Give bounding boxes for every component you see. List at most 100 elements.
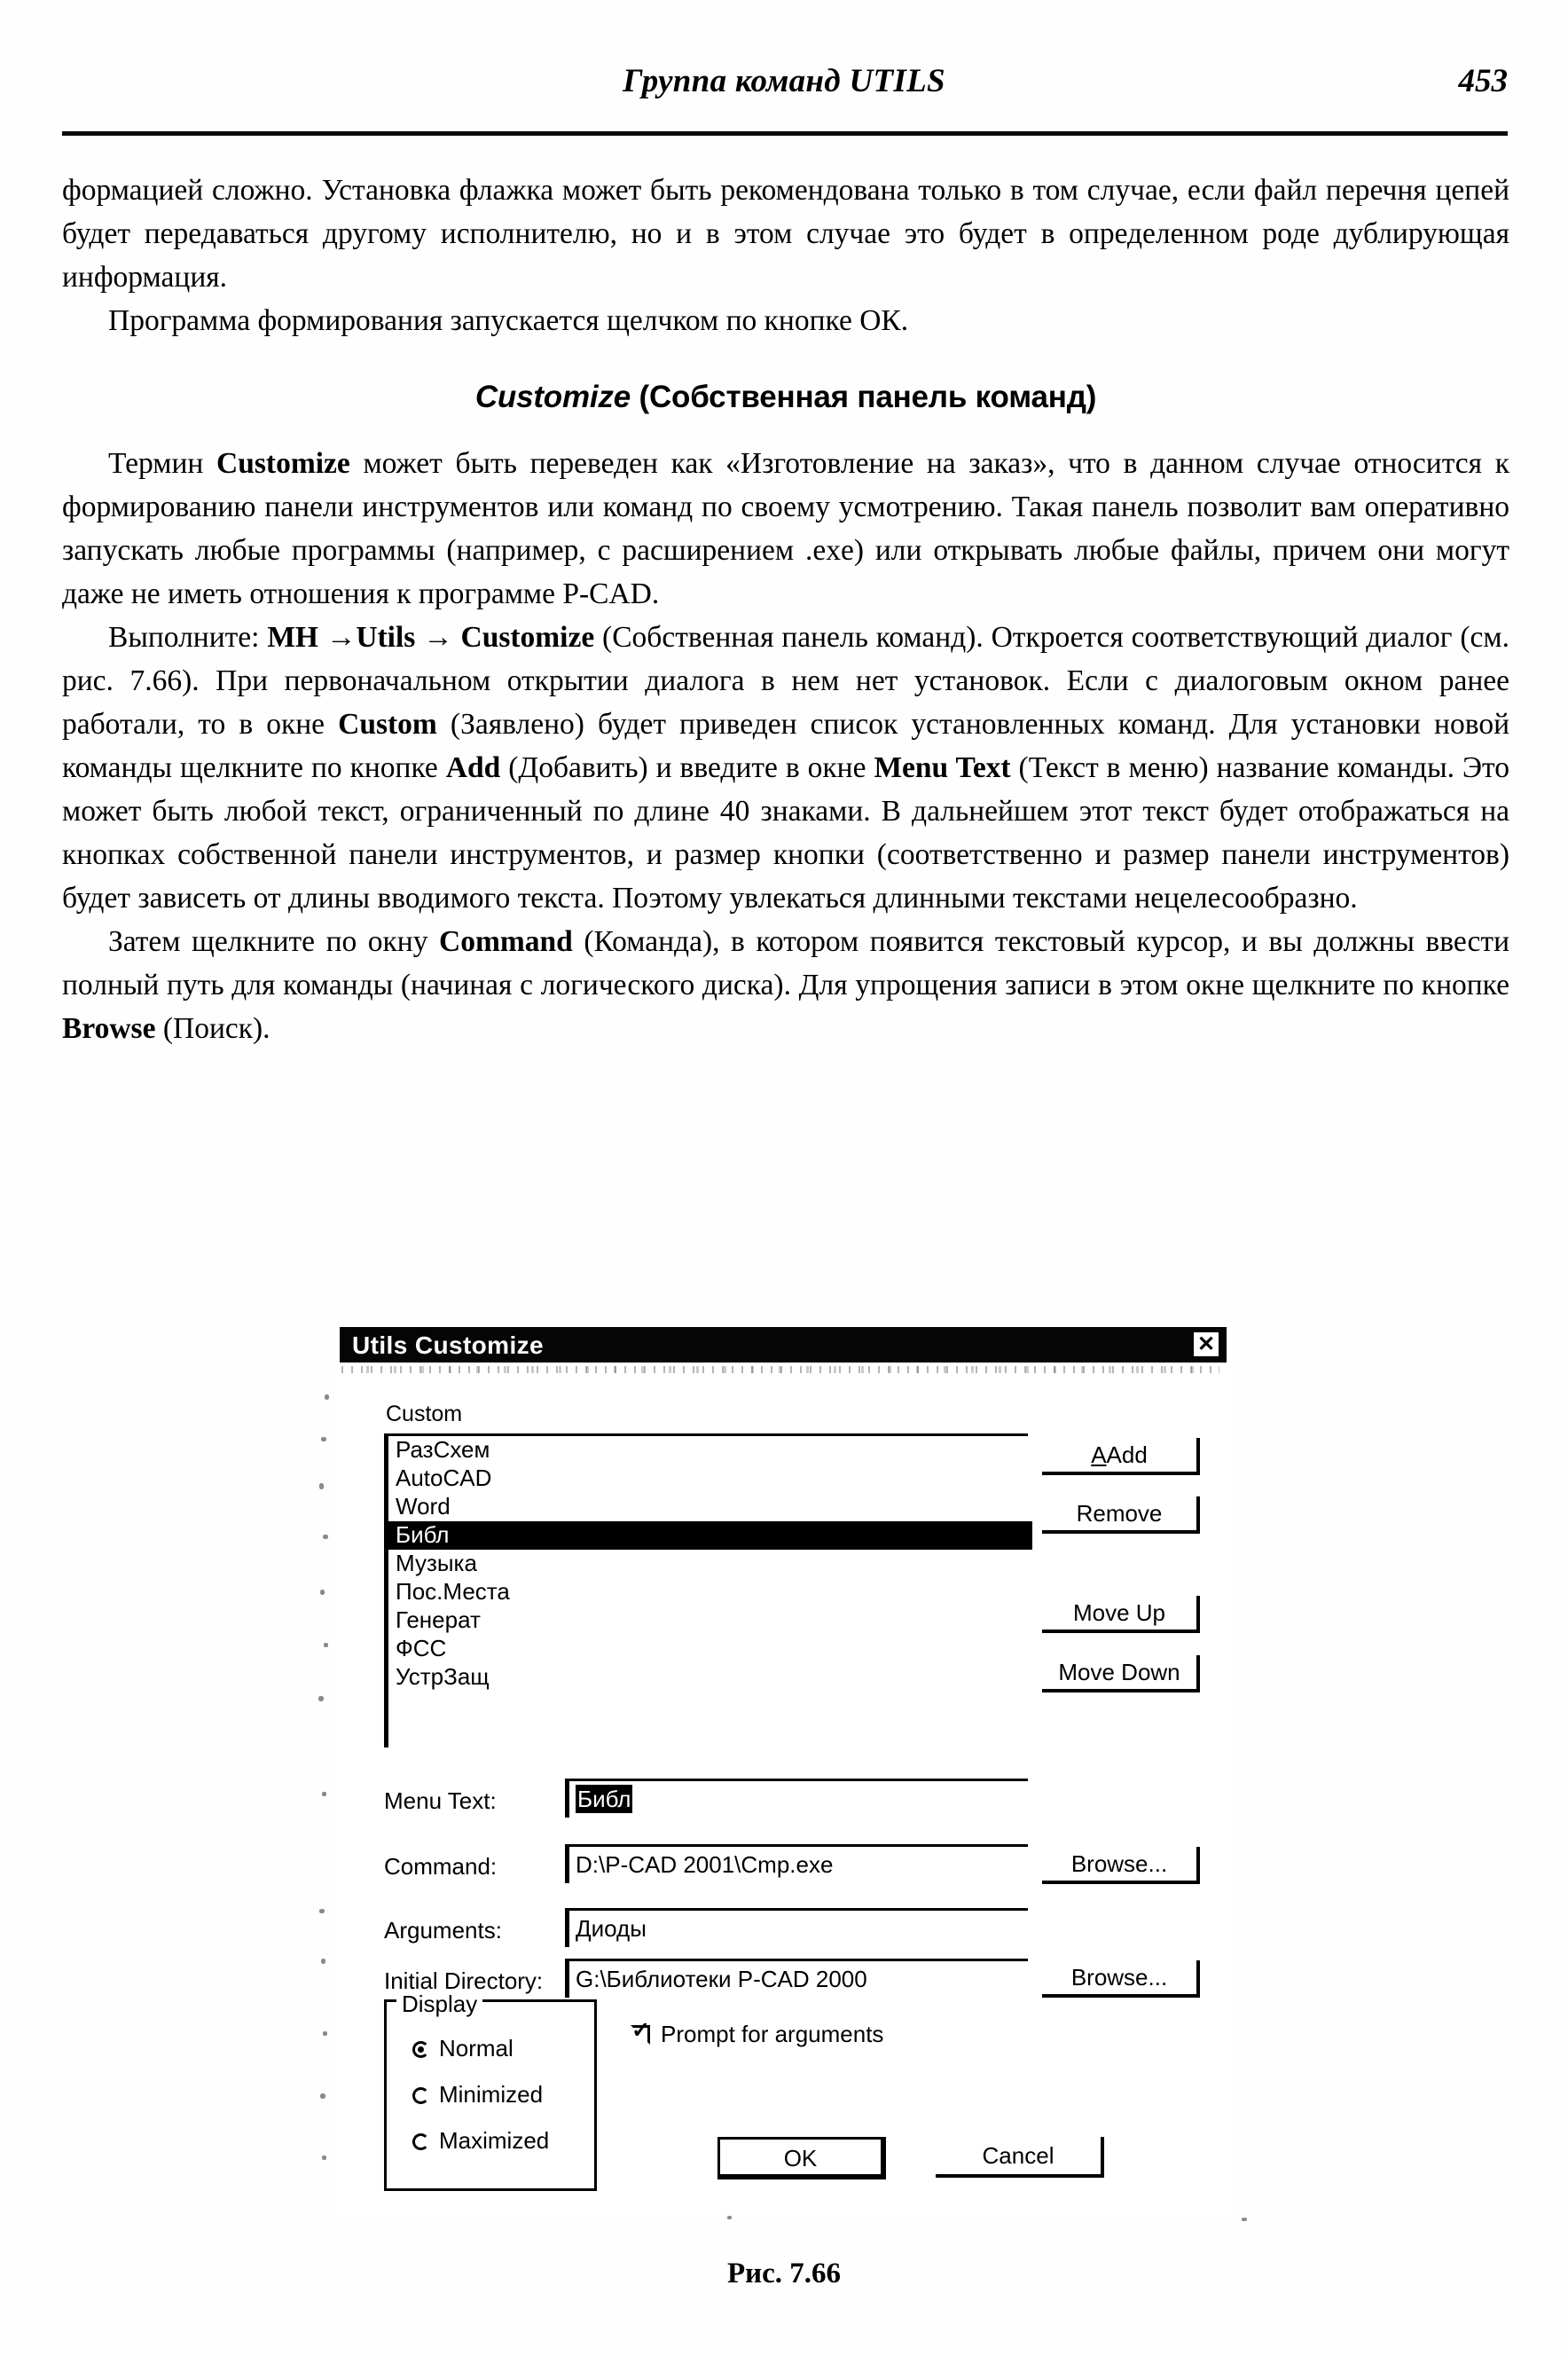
- paragraph-4-menu-text: Menu Text: [874, 751, 1011, 784]
- dialog-title: Utils Customize: [352, 1331, 545, 1359]
- paragraph-4-lead: Выполните:: [108, 621, 268, 654]
- radio-minimized-label: Minimized: [439, 2081, 544, 2108]
- paragraph-4-mid3: (Добавить) и введите в окне: [500, 751, 874, 784]
- paragraph-4-menu-path: МН →Utils →: [267, 621, 461, 654]
- section-heading-rest: (Собственная панель команд): [630, 380, 1097, 414]
- utils-customize-dialog: Utils Customize ✕ Custom РазСхем AutoCAD…: [333, 1320, 1235, 2214]
- scan-noise: [341, 1366, 1219, 1373]
- menu-text-value: Библ: [576, 1785, 633, 1813]
- radio-minimized[interactable]: Minimized: [412, 2081, 543, 2109]
- page-number: 453: [1458, 63, 1509, 99]
- radio-normal[interactable]: Normal: [412, 2035, 514, 2062]
- list-item[interactable]: УстрЗащ: [388, 1663, 1028, 1692]
- radio-normal-icon: [412, 2041, 429, 2058]
- browse-initial-directory-label: Browse...: [1070, 1964, 1168, 1991]
- paragraph-4-custom: Custom: [338, 708, 437, 741]
- paragraph-4-add: Add: [445, 751, 501, 784]
- paragraph-3-term: Customize: [216, 447, 350, 480]
- command-label: Command:: [384, 1853, 498, 1880]
- arguments-value: Диоды: [576, 1915, 647, 1942]
- scan-speckle: [323, 2031, 327, 2036]
- list-item[interactable]: Генерат: [388, 1606, 1028, 1635]
- list-item[interactable]: РазСхем: [388, 1436, 1028, 1465]
- figure-caption: Рис. 7.66: [726, 2258, 842, 2289]
- cancel-button-label: Cancel: [982, 2142, 1054, 2169]
- browse-command-label: Browse...: [1070, 1850, 1168, 1877]
- paragraph-4: Выполните: МН →Utils → Customize (Собств…: [62, 616, 1509, 920]
- scan-speckle: [319, 1909, 325, 1913]
- custom-commands-listbox[interactable]: РазСхем AutoCAD Word Библ Музыка Пос.Мес…: [384, 1433, 1032, 1747]
- radio-maximized-icon: [412, 2133, 429, 2150]
- list-item[interactable]: Word: [388, 1493, 1028, 1521]
- scan-speckle: [1242, 2218, 1247, 2221]
- figure-dialog-screenshot: Utils Customize ✕ Custom РазСхем AutoCAD…: [0, 1320, 1568, 2214]
- move-down-button[interactable]: Move Down: [1042, 1655, 1200, 1692]
- paragraph-5-tail: (Поиск).: [155, 1012, 270, 1045]
- checkmark-icon: [631, 2020, 650, 2045]
- dialog-titlebar: Utils Customize ✕: [340, 1327, 1227, 1363]
- browse-command-button[interactable]: Browse...: [1042, 1847, 1200, 1884]
- list-item[interactable]: ФСС: [388, 1635, 1028, 1663]
- radio-normal-label: Normal: [439, 2035, 514, 2062]
- paragraph-5-lead: Затем щелкните по окну: [108, 925, 440, 958]
- document-page: Группа команд UTILS 453 формацией сложно…: [0, 0, 1568, 2356]
- prompt-for-arguments-label: Prompt for arguments: [661, 2021, 884, 2047]
- paragraph-3: Термин Customize может быть переведен ка…: [62, 442, 1509, 616]
- custom-list-label: Custom: [386, 1402, 463, 1426]
- scan-speckle: [318, 1696, 324, 1701]
- initial-directory-input[interactable]: G:\Библиотеки P-CAD 2000: [565, 1959, 1028, 1998]
- cancel-button[interactable]: Cancel: [936, 2137, 1104, 2178]
- header-rule: [62, 131, 1508, 136]
- paragraph-5: Затем щелкните по окну Command (Команда)…: [62, 920, 1509, 1050]
- initial-directory-value: G:\Библиотеки P-CAD 2000: [576, 1966, 867, 1992]
- text-column: формацией сложно. Установка флажка может…: [62, 169, 1509, 1050]
- scan-speckle: [320, 2093, 325, 2099]
- menu-text-input[interactable]: Библ: [565, 1779, 1028, 1818]
- list-item-selected[interactable]: Библ: [388, 1521, 1032, 1550]
- add-button[interactable]: AAdd: [1042, 1438, 1200, 1475]
- scan-speckle: [321, 1437, 326, 1441]
- paragraph-3-lead: Термин: [108, 447, 217, 480]
- ok-button[interactable]: OK: [717, 2137, 886, 2179]
- command-input[interactable]: D:\P-CAD 2001\Cmp.exe: [565, 1844, 1028, 1883]
- arguments-label: Arguments:: [384, 1917, 502, 1944]
- move-down-button-label: Move Down: [1058, 1659, 1180, 1685]
- scan-speckle: [324, 1643, 328, 1647]
- close-icon[interactable]: ✕: [1192, 1331, 1220, 1358]
- scan-speckle: [325, 1394, 329, 1400]
- scan-speckle: [323, 1535, 328, 1539]
- scan-speckle: [322, 2156, 326, 2160]
- section-heading: Customize (Собственная панель команд): [62, 380, 1509, 415]
- paragraph-5-browse: Browse: [62, 1012, 156, 1045]
- arguments-input[interactable]: Диоды: [565, 1908, 1028, 1947]
- ok-button-label: OK: [783, 2145, 818, 2171]
- command-value: D:\P-CAD 2001\Cmp.exe: [576, 1851, 834, 1878]
- section-heading-latin: Customize: [474, 380, 631, 414]
- list-item[interactable]: AutoCAD: [388, 1465, 1028, 1493]
- paragraph-2: Программа формирования запускается щелчк…: [108, 304, 909, 337]
- paragraph-5-command: Command: [439, 925, 573, 958]
- radio-maximized-label: Maximized: [439, 2127, 550, 2154]
- remove-button[interactable]: Remove: [1042, 1496, 1200, 1534]
- scan-speckle: [320, 1590, 325, 1595]
- radio-maximized[interactable]: Maximized: [412, 2127, 549, 2155]
- scan-speckle: [321, 1959, 325, 1964]
- display-groupbox-title: Display: [396, 1991, 483, 2018]
- prompt-for-arguments-checkbox[interactable]: Prompt for arguments: [631, 2020, 884, 2048]
- paragraph-4-customize: Customize: [460, 621, 595, 654]
- running-header-title: Группа команд UTILS: [623, 63, 945, 99]
- radio-minimized-icon: [412, 2087, 429, 2104]
- add-button-label: Add: [1106, 1441, 1148, 1468]
- paragraph-1: формацией сложно. Установка флажка может…: [62, 174, 1509, 294]
- browse-initial-directory-button[interactable]: Browse...: [1042, 1960, 1200, 1998]
- list-item[interactable]: Музыка: [388, 1550, 1028, 1578]
- menu-text-label: Menu Text:: [384, 1787, 497, 1814]
- remove-button-label: Remove: [1076, 1500, 1163, 1527]
- running-header: Группа команд UTILS 453: [60, 62, 1508, 115]
- move-up-button-label: Move Up: [1072, 1599, 1166, 1626]
- scan-speckle: [322, 1792, 326, 1796]
- scan-speckle: [319, 1483, 324, 1489]
- move-up-button[interactable]: Move Up: [1042, 1596, 1200, 1633]
- scan-speckle: [727, 2216, 732, 2219]
- list-item[interactable]: Пос.Места: [388, 1578, 1028, 1606]
